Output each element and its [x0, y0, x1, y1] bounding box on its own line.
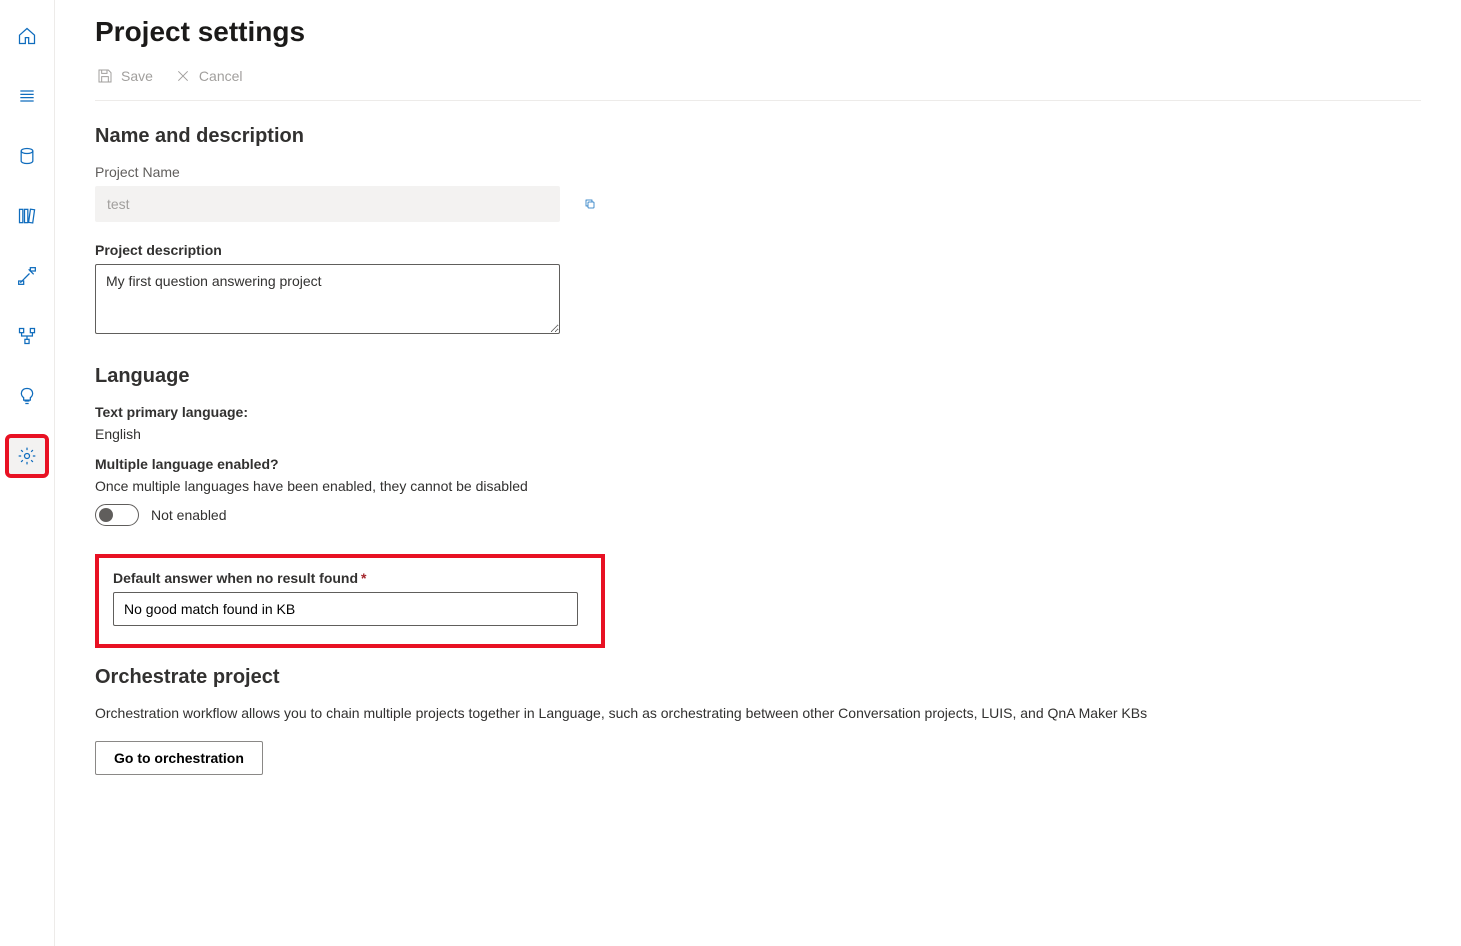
project-desc-label: Project description [95, 242, 1421, 258]
home-icon[interactable] [9, 18, 45, 54]
sidebar [0, 0, 55, 946]
list-icon[interactable] [9, 78, 45, 114]
default-answer-input[interactable] [113, 592, 578, 626]
lightbulb-icon[interactable] [9, 378, 45, 414]
project-desc-input[interactable]: My first question answering project [95, 264, 560, 334]
orchestrate-description: Orchestration workflow allows you to cha… [95, 705, 1421, 721]
multi-language-note: Once multiple languages have been enable… [95, 478, 1421, 494]
section-heading-language: Language [95, 365, 1421, 388]
toggle-knob [99, 508, 113, 522]
close-icon [175, 68, 191, 84]
database-icon[interactable] [9, 138, 45, 174]
section-heading-orchestrate: Orchestrate project [95, 666, 1421, 689]
toolbar: Save Cancel [95, 64, 1421, 101]
default-answer-highlight: Default answer when no result found* [95, 554, 605, 648]
primary-language-value: English [95, 426, 1421, 442]
page-title: Project settings [95, 16, 1421, 48]
primary-language-label: Text primary language: [95, 404, 1421, 420]
save-label: Save [121, 68, 153, 84]
copy-button[interactable] [578, 192, 602, 216]
build-icon[interactable] [9, 258, 45, 294]
section-heading-name-desc: Name and description [95, 125, 1421, 148]
library-icon[interactable] [9, 198, 45, 234]
settings-icon[interactable] [9, 438, 45, 474]
main-content: Project settings Save Cancel Name and de… [55, 0, 1461, 946]
multi-language-toggle[interactable] [95, 504, 139, 526]
go-to-orchestration-button[interactable]: Go to orchestration [95, 741, 263, 775]
cancel-button[interactable]: Cancel [173, 64, 245, 88]
default-answer-label: Default answer when no result found* [113, 570, 587, 586]
multi-language-label: Multiple language enabled? [95, 456, 1421, 472]
toggle-state-label: Not enabled [151, 507, 227, 523]
cancel-label: Cancel [199, 68, 243, 84]
save-icon [97, 68, 113, 84]
flow-icon[interactable] [9, 318, 45, 354]
copy-icon [584, 195, 596, 213]
project-name-input [95, 186, 560, 222]
save-button[interactable]: Save [95, 64, 155, 88]
project-name-label: Project Name [95, 164, 1421, 180]
